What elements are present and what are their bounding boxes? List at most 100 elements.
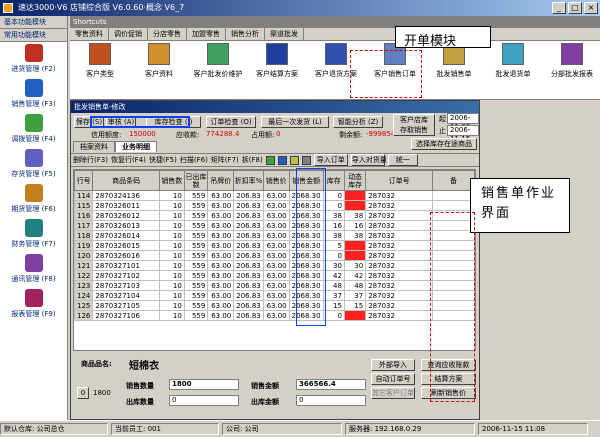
shortcut-1[interactable]: 客户资料: [129, 43, 189, 79]
unify-button[interactable]: 统一: [387, 154, 418, 166]
table-cell[interactable]: 559: [183, 200, 209, 211]
table-cell[interactable]: 206.83: [233, 250, 264, 261]
table-cell[interactable]: 206.83: [233, 310, 264, 321]
shortcut-7[interactable]: 批发退货单: [483, 43, 543, 79]
shortcut-tab-0[interactable]: 零售资料: [70, 28, 109, 40]
excel-icon[interactable]: [265, 155, 275, 165]
table-cell[interactable]: 2870327103: [92, 280, 160, 291]
table-row[interactable]: 116 2870326012 10 559 63.00 206.83 63.00 2068.3…: [74, 210, 475, 221]
table-cell[interactable]: 0: [322, 190, 345, 201]
sidebar-item-7[interactable]: 报表管理 (F9): [0, 287, 67, 322]
table-cell[interactable]: 287032: [365, 190, 434, 201]
table-cell[interactable]: 559: [183, 270, 209, 281]
table-cell[interactable]: 559: [183, 210, 209, 221]
shortcut-tab-3[interactable]: 加盟零售: [187, 28, 226, 40]
table-cell[interactable]: 63.00: [262, 220, 290, 231]
table-cell[interactable]: 63.00: [207, 290, 235, 301]
table-cell[interactable]: 559: [183, 280, 209, 291]
table-cell[interactable]: 2870326012: [92, 210, 160, 221]
table-cell[interactable]: 5: [322, 240, 345, 251]
table-cell[interactable]: 10: [158, 210, 185, 221]
print-icon[interactable]: [301, 155, 311, 165]
table-cell[interactable]: 206.83: [233, 300, 264, 311]
filter-icon[interactable]: [277, 155, 287, 165]
shortcut-8[interactable]: 分部批发报表: [542, 43, 600, 79]
table-cell[interactable]: 120: [74, 250, 94, 261]
table-cell[interactable]: 2870326016: [92, 250, 160, 261]
table-cell[interactable]: 117: [74, 220, 94, 231]
table-row[interactable]: 114 2870324136 10 559 63.00 206.83 63.00 2068.3…: [74, 190, 475, 201]
table-cell[interactable]: 206.83: [233, 230, 264, 241]
table-cell[interactable]: 119: [74, 240, 94, 251]
table-cell[interactable]: 10: [158, 270, 185, 281]
table-cell[interactable]: 559: [183, 260, 209, 271]
search-icon[interactable]: [289, 155, 299, 165]
table-cell[interactable]: 287032: [365, 230, 434, 241]
table-cell[interactable]: 37: [322, 290, 345, 301]
table-cell[interactable]: 30: [343, 260, 367, 271]
import-reconcile-button[interactable]: 导入对货量: [350, 154, 387, 166]
other-orders-button[interactable]: 其它客户订单: [371, 387, 415, 399]
shortcut-tab-1[interactable]: 调价促销: [109, 28, 148, 40]
column-header[interactable]: 已出库数: [183, 170, 209, 191]
column-header[interactable]: 商品条码: [92, 170, 160, 191]
table-cell[interactable]: 206.83: [233, 190, 264, 201]
table-cell[interactable]: 121: [74, 260, 94, 271]
table-cell[interactable]: 206.83: [233, 270, 264, 281]
table-cell[interactable]: 63.00: [262, 250, 290, 261]
table-cell[interactable]: 287032: [365, 310, 434, 321]
shortcut-0[interactable]: 客户类型: [70, 43, 130, 79]
table-cell[interactable]: 206.83: [233, 260, 264, 271]
table-cell[interactable]: 63.00: [262, 310, 290, 321]
table-cell[interactable]: 10: [158, 310, 185, 321]
sidebar-item-3[interactable]: 存货管理 (F5): [0, 147, 67, 182]
column-header[interactable]: 行号: [74, 170, 94, 191]
table-cell[interactable]: 116: [74, 210, 94, 221]
table-cell[interactable]: 287032: [365, 200, 434, 211]
table-cell[interactable]: 287032: [365, 280, 434, 291]
table-cell[interactable]: 559: [183, 250, 209, 261]
scan-button[interactable]: 扫描(F6): [180, 155, 208, 165]
shortcut-tab-2[interactable]: 分店零售: [148, 28, 187, 40]
table-cell[interactable]: 38: [322, 230, 345, 241]
table-row[interactable]: 123 2870327103 10 559 63.00 206.83 63.00 2068.3…: [74, 280, 475, 291]
table-row[interactable]: 122 2870327102 10 559 63.00 206.83 63.00 2068.3…: [74, 270, 475, 281]
table-cell[interactable]: 559: [183, 220, 209, 231]
table-cell[interactable]: 16: [322, 220, 345, 231]
table-cell[interactable]: 38: [343, 210, 367, 221]
table-row[interactable]: 124 2870327104 10 559 63.00 206.83 63.00 2068.3…: [74, 290, 475, 301]
table-cell[interactable]: 287032: [365, 240, 434, 251]
column-header[interactable]: 库存: [322, 170, 345, 191]
table-cell[interactable]: 42: [322, 270, 345, 281]
table-cell[interactable]: 38: [343, 230, 367, 241]
table-cell[interactable]: 37: [343, 290, 367, 301]
sidebar-item-6[interactable]: 通讯管理 (F8): [0, 252, 67, 287]
table-cell[interactable]: 48: [322, 280, 345, 291]
table-cell[interactable]: 63.00: [207, 230, 235, 241]
table-row[interactable]: 115 2870326011 10 559 63.00 206.83 63.00 2068.3…: [74, 200, 475, 211]
table-cell[interactable]: 115: [74, 200, 94, 211]
table-cell[interactable]: 16: [343, 220, 367, 231]
table-cell[interactable]: [343, 200, 367, 211]
table-cell[interactable]: [432, 190, 475, 201]
table-row[interactable]: 126 2870327106 10 559 63.00 206.83 63.00 2068.3…: [74, 310, 475, 321]
table-cell[interactable]: 125: [74, 300, 94, 311]
table-cell[interactable]: 63.00: [262, 270, 290, 281]
table-cell[interactable]: 63.00: [207, 190, 235, 201]
table-cell[interactable]: 206.83: [233, 240, 264, 251]
left-count-box[interactable]: 0: [77, 387, 89, 399]
table-cell[interactable]: 287032: [365, 220, 434, 231]
table-cell[interactable]: 63.00: [262, 300, 290, 311]
shortcut-2[interactable]: 客户批发价维护: [188, 43, 248, 79]
table-cell[interactable]: 287032: [365, 210, 434, 221]
split-button[interactable]: 拆(F8): [242, 155, 263, 165]
table-cell[interactable]: 2870324136: [92, 190, 160, 201]
table-cell[interactable]: 559: [183, 300, 209, 311]
table-cell[interactable]: 63.00: [207, 220, 235, 231]
table-cell[interactable]: 63.00: [262, 200, 290, 211]
sidebar-item-0[interactable]: 进货管理 (F2): [0, 42, 67, 77]
table-cell[interactable]: 206.83: [233, 220, 264, 231]
sidebar-item-1[interactable]: 销售管理 (F3): [0, 77, 67, 112]
table-cell[interactable]: 30: [322, 260, 345, 271]
table-cell[interactable]: 10: [158, 200, 185, 211]
